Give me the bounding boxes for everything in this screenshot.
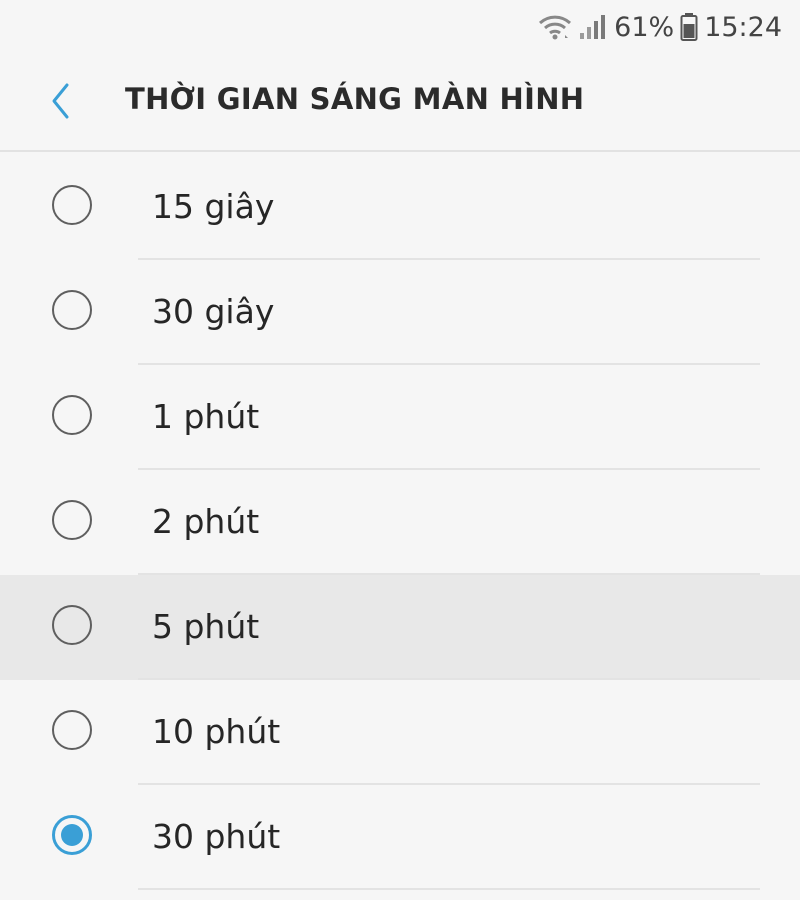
option-10-minutes[interactable]: 10 phút xyxy=(0,680,800,785)
option-label: 2 phút xyxy=(152,502,260,541)
radio-button[interactable] xyxy=(52,395,92,435)
back-button[interactable] xyxy=(36,78,86,128)
option-label: 5 phút xyxy=(152,607,260,646)
timeout-options-list: 15 giây 30 giây 1 phút 2 phút 5 phút 10 … xyxy=(0,155,800,890)
option-5-minutes[interactable]: 5 phút xyxy=(0,575,800,680)
status-icons: 61% 15:24 xyxy=(538,8,782,46)
divider xyxy=(138,888,760,890)
signal-icon xyxy=(578,13,608,41)
chevron-left-icon xyxy=(49,81,73,126)
option-30-minutes[interactable]: 30 phút xyxy=(0,785,800,890)
option-1-minute[interactable]: 1 phút xyxy=(0,365,800,470)
radio-button[interactable] xyxy=(52,710,92,750)
battery-icon xyxy=(680,12,698,42)
option-label: 1 phút xyxy=(152,397,260,436)
app-bar: THỜI GIAN SÁNG MÀN HÌNH xyxy=(0,52,800,152)
wifi-icon xyxy=(538,13,572,41)
radio-button[interactable] xyxy=(52,185,92,225)
option-15-seconds[interactable]: 15 giây xyxy=(0,155,800,260)
option-2-minutes[interactable]: 2 phút xyxy=(0,470,800,575)
clock: 15:24 xyxy=(704,11,782,43)
status-bar: 61% 15:24 xyxy=(0,0,800,52)
option-30-seconds[interactable]: 30 giây xyxy=(0,260,800,365)
radio-button[interactable] xyxy=(52,290,92,330)
radio-button[interactable] xyxy=(52,500,92,540)
radio-button-selected[interactable] xyxy=(52,815,92,855)
radio-button[interactable] xyxy=(52,605,92,645)
option-label: 10 phút xyxy=(152,712,281,751)
page-title: THỜI GIAN SÁNG MÀN HÌNH xyxy=(125,82,585,116)
option-label: 30 giây xyxy=(152,292,275,331)
battery-percent: 61% xyxy=(614,11,675,43)
option-label: 30 phút xyxy=(152,817,281,856)
option-label: 15 giây xyxy=(152,187,275,226)
